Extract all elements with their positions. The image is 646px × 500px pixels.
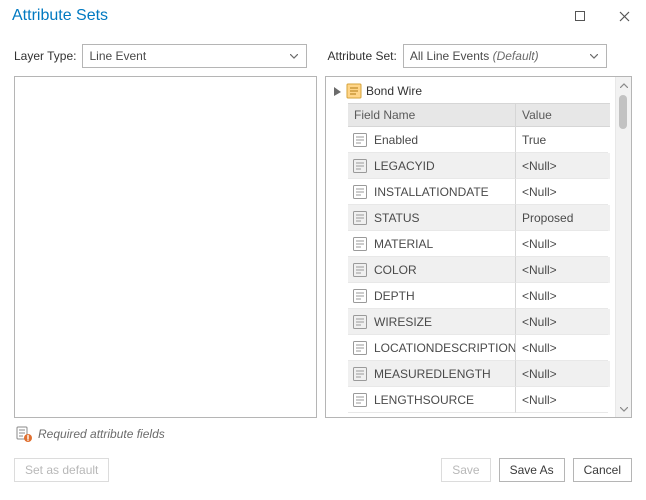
layer-type-value: Line Event <box>89 49 286 63</box>
field-name-cell: Enabled <box>348 127 516 153</box>
field-name: LOCATIONDESCRIPTION <box>374 341 515 355</box>
attribute-set-label: Attribute Set: <box>327 49 396 63</box>
legend-text: Required attribute fields <box>38 427 165 441</box>
attribute-set-value: All Line Events <box>410 49 489 63</box>
left-list-panel[interactable] <box>14 76 317 418</box>
save-button[interactable]: Save <box>441 458 490 482</box>
scroll-thumb[interactable] <box>619 95 627 129</box>
table-row[interactable]: Enabled True <box>348 127 610 153</box>
value-cell[interactable]: <Null> <box>516 361 608 387</box>
save-as-button[interactable]: Save As <box>499 458 565 482</box>
attribute-table: Field Name Value Enabled True LEGACYID <Nul… <box>348 103 610 413</box>
scroll-up-icon[interactable] <box>616 77 631 93</box>
table-row[interactable]: MEASUREDLENGTH <Null> <box>348 361 610 387</box>
required-field-icon <box>16 426 32 442</box>
field-icon <box>352 392 368 408</box>
field-name: COLOR <box>374 263 417 277</box>
table-row[interactable]: LENGTHSOURCE <Null> <box>348 387 610 413</box>
value-cell[interactable]: <Null> <box>516 231 608 257</box>
window-title: Attribute Sets <box>12 7 558 25</box>
table-row[interactable]: LEGACYID <Null> <box>348 153 610 179</box>
layer-icon <box>346 83 362 99</box>
value-cell[interactable]: <Null> <box>516 387 608 413</box>
field-icon <box>352 210 368 226</box>
tree-node-label: Bond Wire <box>366 84 422 98</box>
field-name: STATUS <box>374 211 420 225</box>
field-icon <box>352 366 368 382</box>
field-name: WIRESIZE <box>374 315 432 329</box>
attribute-set-suffix: (Default) <box>493 49 539 63</box>
field-name-cell: MATERIAL <box>348 231 516 257</box>
field-name: MATERIAL <box>374 237 433 251</box>
value-cell[interactable]: <Null> <box>516 335 608 361</box>
value-cell[interactable]: <Null> <box>516 179 608 205</box>
field-name: LENGTHSOURCE <box>374 393 474 407</box>
field-name-cell: COLOR <box>348 257 516 283</box>
value-cell[interactable]: True <box>516 127 608 153</box>
table-header: Field Name Value <box>348 103 610 127</box>
table-row[interactable]: STATUS Proposed <box>348 205 610 231</box>
scrollbar[interactable] <box>615 77 631 417</box>
field-name-cell: MEASUREDLENGTH <box>348 361 516 387</box>
set-as-default-button[interactable]: Set as default <box>14 458 109 482</box>
field-name-cell: DEPTH <box>348 283 516 309</box>
field-name: LEGACYID <box>374 159 435 173</box>
legend: Required attribute fields <box>14 426 632 442</box>
field-icon <box>352 340 368 356</box>
scroll-down-icon[interactable] <box>616 401 631 417</box>
field-icon <box>352 236 368 252</box>
field-name: MEASUREDLENGTH <box>374 367 491 381</box>
value-cell[interactable]: <Null> <box>516 309 608 335</box>
field-icon <box>352 184 368 200</box>
chevron-down-icon <box>286 54 302 59</box>
field-name: INSTALLATIONDATE <box>374 185 489 199</box>
field-name-cell: STATUS <box>348 205 516 231</box>
field-icon <box>352 288 368 304</box>
value-cell[interactable]: <Null> <box>516 283 608 309</box>
cancel-button[interactable]: Cancel <box>573 458 632 482</box>
field-name: DEPTH <box>374 289 415 303</box>
table-row[interactable]: WIRESIZE <Null> <box>348 309 610 335</box>
attribute-set-combo[interactable]: All Line Events (Default) <box>403 44 607 68</box>
collapse-icon[interactable] <box>332 86 342 96</box>
header-field-name: Field Name <box>348 104 516 126</box>
field-icon <box>352 262 368 278</box>
value-cell[interactable]: <Null> <box>516 153 608 179</box>
header-value: Value <box>516 104 608 126</box>
field-name-cell: INSTALLATIONDATE <box>348 179 516 205</box>
table-row[interactable]: MATERIAL <Null> <box>348 231 610 257</box>
value-cell[interactable]: Proposed <box>516 205 608 231</box>
maximize-button[interactable] <box>558 1 602 31</box>
field-icon <box>352 158 368 174</box>
table-row[interactable]: LOCATIONDESCRIPTION<Null> <box>348 335 610 361</box>
field-name-cell: LENGTHSOURCE <box>348 387 516 413</box>
field-name-cell: LOCATIONDESCRIPTION <box>348 335 516 361</box>
attribute-panel: Bond Wire Field Name Value EnabledTrueLE… <box>325 76 632 418</box>
field-icon <box>352 314 368 330</box>
chevron-down-icon <box>586 54 602 59</box>
field-icon <box>352 132 368 148</box>
close-button[interactable] <box>602 1 646 31</box>
field-name: Enabled <box>374 133 418 147</box>
table-row[interactable]: COLOR <Null> <box>348 257 610 283</box>
value-cell[interactable]: <Null> <box>516 257 608 283</box>
table-row[interactable]: DEPTH <Null> <box>348 283 610 309</box>
title-bar: Attribute Sets <box>0 0 646 32</box>
table-row[interactable]: INSTALLATIONDATE <Null> <box>348 179 610 205</box>
field-name-cell: LEGACYID <box>348 153 516 179</box>
layer-type-combo[interactable]: Line Event <box>82 44 307 68</box>
tree-node[interactable]: Bond Wire <box>330 81 613 101</box>
layer-type-label: Layer Type: <box>14 49 76 63</box>
field-name-cell: WIRESIZE <box>348 309 516 335</box>
